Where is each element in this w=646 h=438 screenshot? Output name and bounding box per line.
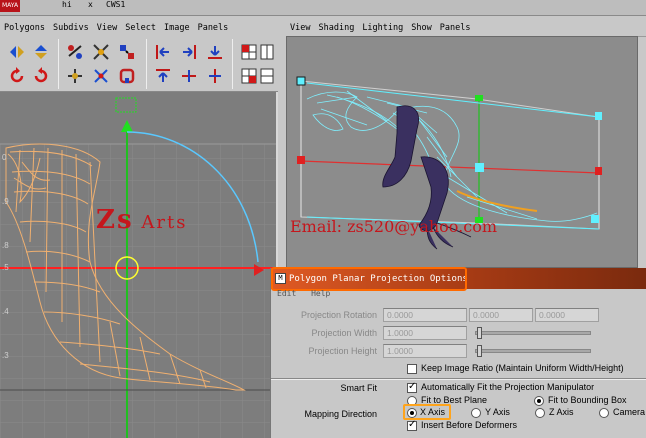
menu-show[interactable]: Show [407,23,435,33]
x-axis-radio[interactable] [407,408,417,418]
align-center-v-icon[interactable] [204,65,226,87]
menu-polygons[interactable]: Polygons [0,23,49,33]
keep-image-ratio-checkbox[interactable] [407,364,417,374]
align-right-icon[interactable] [178,41,200,63]
layout-uv-icon[interactable] [64,65,86,87]
align-bottom-icon[interactable] [204,41,226,63]
menu-view-right[interactable]: View [286,23,314,33]
menu-image[interactable]: Image [160,23,194,33]
watermark-brand-rest: Arts [141,212,188,233]
relax-uv-icon[interactable] [90,65,112,87]
dialog-body: Projection Rotation 0.0000 0.0000 0.0000… [271,298,646,438]
selection-name-1: hi [62,0,72,9]
menu-panels-right[interactable]: Panels [436,23,475,33]
toolbar-divider [58,39,59,89]
z-axis-radio[interactable] [535,408,545,418]
projection-rotation-y-field[interactable]: 0.0000 [469,308,533,322]
sew-uv-icon[interactable] [90,41,112,63]
planar-projection-options-dialog: M Polygon Planar Projection Options Edit… [270,267,646,438]
menu-panels[interactable]: Panels [194,23,233,33]
align-center-h-icon[interactable] [178,65,200,87]
insert-before-deformers-label: Insert Before Deformers [421,420,518,430]
manip-arrow-icon [254,264,264,276]
projection-height-field[interactable]: 1.0000 [383,344,467,358]
fit-bounding-box-label: Fit to Bounding Box [548,395,627,405]
z-axis-label: Z Axis [549,407,574,417]
dialog-menu-help[interactable]: Help [311,289,330,298]
move-sew-icon[interactable] [116,41,138,63]
smart-fit-label: Smart Fit [340,383,377,393]
dialog-separator [271,378,646,380]
y-axis-radio[interactable] [471,408,481,418]
insert-before-deformers-checkbox[interactable] [407,419,417,431]
menu-view[interactable]: View [93,23,121,33]
svg-text:0: 0 [2,153,7,162]
unfold-uv-icon[interactable] [116,65,138,87]
projection-height-slider-knob[interactable] [477,345,482,357]
projection-rotation-x-field[interactable]: 0.0000 [383,308,467,322]
x-axis-label: X Axis [420,407,446,417]
keep-image-ratio-label: Keep Image Ratio (Maintain Uniform Width… [421,363,624,373]
menu-select[interactable]: Select [121,23,160,33]
camera-label: Camera [613,407,646,417]
menu-lighting[interactable]: Lighting [358,23,407,33]
top-strip: MAYA hi x CWS1 [0,0,646,16]
y-axis-label: Y Axis [485,407,510,417]
svg-text:.5: .5 [2,263,9,272]
rotate-ccw-icon[interactable] [6,65,28,87]
watermark-brand: Zs Arts [96,205,187,235]
menu-shading[interactable]: Shading [314,23,358,33]
uv-texture-editor-viewport[interactable]: 0 .9 .8 .5 .4 .3 [0,92,278,438]
flip-v-icon[interactable] [30,41,52,63]
fit-bounding-box-radio[interactable] [534,396,544,406]
svg-text:.3: .3 [2,351,9,360]
uv-texture-toolbar [0,36,278,92]
selection-name-2: x [88,0,93,9]
svg-text:.9: .9 [2,197,9,206]
watermark-email: Email: zs520@yahoo.com [290,217,497,236]
projection-width-slider-knob[interactable] [477,327,482,339]
selection-name-3: CWS1 [106,0,126,9]
svg-text:.8: .8 [2,241,9,250]
projection-rotation-z-field[interactable]: 0.0000 [535,308,599,322]
uv-editor-canvas: 0 .9 .8 .5 .4 .3 [0,92,276,438]
dialog-menu-edit[interactable]: Edit [277,289,296,298]
align-top-icon[interactable] [152,65,174,87]
projection-height-label: Projection Height [308,346,377,356]
smart-fit-checkbox[interactable] [407,381,417,393]
maya-logo: MAYA [0,0,20,12]
snapshot-uv-icon[interactable] [238,65,260,87]
rotate-cw-icon[interactable] [30,65,52,87]
toolbar-divider [146,39,147,89]
toolbar-overflow-icon[interactable] [260,41,276,63]
grid-uv-icon[interactable] [238,41,260,63]
watermark-brand-initials: Zs [96,205,134,235]
toolbar-divider [232,39,233,89]
mapping-direction-label: Mapping Direction [304,409,377,419]
right-menubar: View Shading Lighting Show Panels [286,20,646,37]
flip-u-icon[interactable] [6,41,28,63]
toolbar-overflow-icon-2[interactable] [260,65,276,87]
projection-width-label: Projection Width [311,328,377,338]
title-highlight-box [271,267,467,291]
projection-rotation-label: Projection Rotation [300,310,377,320]
smart-fit-option-label: Automatically Fit the Projection Manipul… [421,382,595,392]
align-left-icon[interactable] [152,41,174,63]
projection-width-slider[interactable] [475,331,591,335]
camera-radio[interactable] [599,408,609,418]
left-menubar: Polygons Subdivs View Select Image Panel… [0,20,278,37]
projection-width-field[interactable]: 1.0000 [383,326,467,340]
svg-text:.4: .4 [2,307,9,316]
cut-uv-icon[interactable] [64,41,86,63]
projection-height-slider[interactable] [475,349,591,353]
menu-subdivs[interactable]: Subdivs [49,23,93,33]
